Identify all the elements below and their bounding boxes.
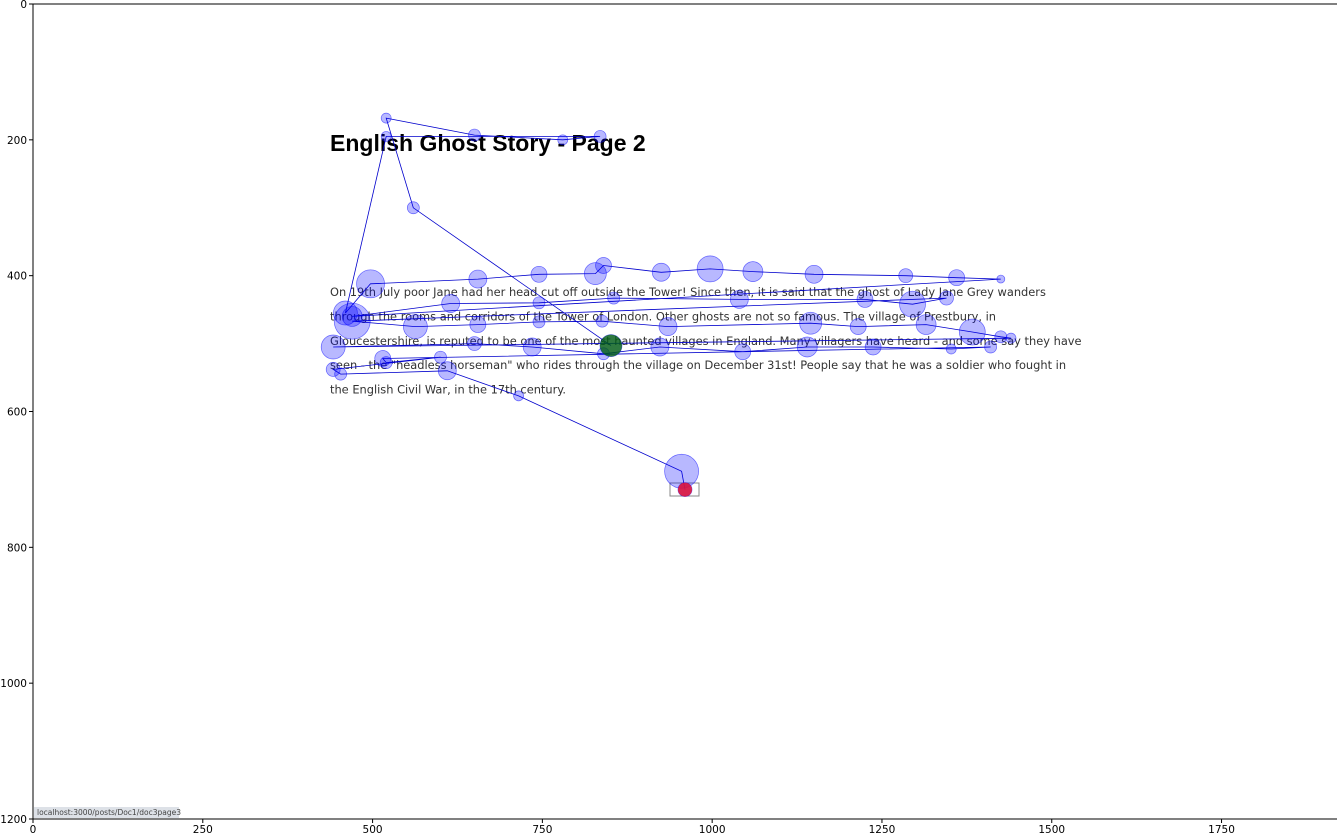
x-tick-label: 1500: [1038, 824, 1065, 836]
y-tick-label: 800: [7, 542, 27, 554]
fixation-point: [468, 269, 488, 289]
y-tick-label: 1200: [0, 814, 27, 826]
fixation-point: [696, 255, 724, 283]
fixation-point: [945, 343, 957, 355]
start-point: [599, 334, 622, 357]
fixation-point: [984, 340, 997, 354]
fixation-point: [607, 291, 621, 305]
fixation-point: [650, 337, 670, 357]
fixation-point: [532, 296, 546, 310]
fixation-point: [595, 257, 612, 274]
y-tick-label: 200: [7, 135, 27, 147]
axes-frame: [32, 3, 1337, 820]
x-tick-label: 1000: [699, 824, 726, 836]
fixation-point: [468, 128, 481, 142]
gaze-scatter-plot: English Ghost Story - Page 2 On 19th Jul…: [0, 0, 1337, 836]
fixation-point: [593, 130, 607, 143]
fixation-point: [380, 112, 392, 124]
fixation-point: [467, 336, 482, 351]
fixation-point: [333, 302, 371, 340]
fixation-point: [796, 336, 818, 358]
x-tick-label: 0: [30, 824, 37, 836]
fixation-point: [948, 269, 966, 287]
fixation-point: [530, 265, 548, 283]
fixation-point: [939, 290, 954, 306]
fixation-point: [849, 318, 867, 335]
axis-ticks: 0 250 500 750 1000 1250 1500 1750 0 200 400 600 800 1…: [0, 0, 1235, 836]
x-tick-label: 250: [193, 824, 213, 836]
fixation-point: [658, 317, 678, 336]
x-tick-label: 1750: [1208, 824, 1235, 836]
paragraph-line: the English Civil War, in the 17th centu…: [330, 383, 566, 397]
document-screenshot: English Ghost Story - Page 2 On 19th Jul…: [330, 130, 1082, 497]
fixation-point: [320, 334, 346, 360]
fixation-point: [996, 274, 1006, 284]
x-tick-label: 1250: [869, 824, 896, 836]
fixation-point: [437, 361, 457, 381]
y-tick-label: 400: [7, 271, 27, 283]
fixation-point: [864, 338, 882, 356]
fixation-point: [651, 262, 671, 282]
fixation-point: [532, 315, 546, 329]
fixation-point: [441, 294, 461, 313]
fixation-point: [469, 316, 487, 333]
fixation-point: [522, 337, 542, 357]
fixation-point: [434, 350, 447, 364]
y-tick-label: 600: [7, 407, 27, 419]
y-tick-label: 0: [20, 0, 27, 11]
fixation-point: [742, 261, 764, 282]
fixation-markers: [320, 112, 1017, 497]
fixation-point: [899, 290, 926, 318]
x-tick-label: 750: [532, 824, 552, 836]
fixation-point: [1005, 332, 1017, 344]
fixation-point: [557, 134, 569, 146]
fixation-point: [734, 343, 752, 361]
fixation-point: [403, 314, 428, 339]
fixation-point: [799, 311, 822, 335]
x-tick-label: 500: [363, 824, 383, 836]
y-tick-label: 1000: [0, 678, 27, 690]
end-point: [678, 482, 692, 497]
fixation-point: [379, 356, 393, 369]
fixation-point: [513, 390, 524, 402]
fixation-point: [406, 201, 420, 215]
fixation-point: [856, 291, 874, 308]
url-tag: localhost:3000/posts/Doc1/doc3page3: [34, 807, 181, 818]
fixation-point: [380, 131, 392, 142]
fixation-point: [356, 269, 385, 299]
fixation-point: [334, 367, 348, 381]
fixation-point: [595, 314, 609, 328]
url-text: localhost:3000/posts/Doc1/doc3page3: [37, 808, 181, 817]
fixation-point: [804, 264, 824, 284]
fixation-point: [898, 268, 914, 284]
fixation-point: [729, 290, 749, 309]
fixation-point: [958, 318, 986, 346]
fixation-point: [994, 330, 1008, 344]
fixation-point: [915, 314, 937, 335]
